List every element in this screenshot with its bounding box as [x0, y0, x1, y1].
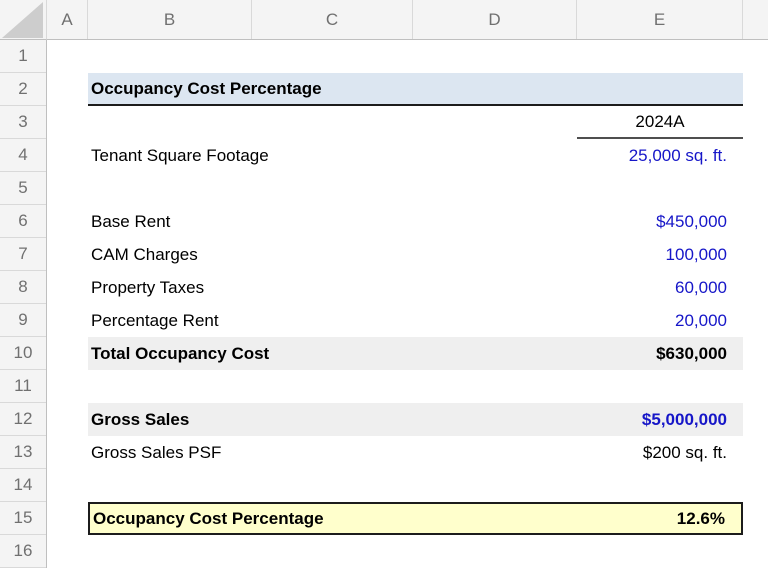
- row-header-15[interactable]: 15: [0, 502, 46, 535]
- spreadsheet: A B C D E 1 2 3 4 5 6 7 8 9 10 11 12 13 …: [0, 0, 768, 568]
- row-header-11[interactable]: 11: [0, 370, 46, 403]
- row-header-9[interactable]: 9: [0, 304, 46, 337]
- cell-gross-sales-psf-value[interactable]: $200 sq. ft.: [577, 436, 743, 469]
- cell-property-taxes-label[interactable]: Property Taxes: [88, 271, 448, 304]
- cell-title[interactable]: Occupancy Cost Percentage: [88, 73, 743, 106]
- sheet-body: Occupancy Cost Percentage 2024A Tenant S…: [47, 40, 768, 568]
- row-header-6[interactable]: 6: [0, 205, 46, 238]
- column-header-f-stub[interactable]: [743, 0, 768, 39]
- gross-sales-band: Gross Sales $5,000,000: [88, 403, 743, 436]
- cell-base-rent-label[interactable]: Base Rent: [88, 205, 448, 238]
- row-header-16[interactable]: 16: [0, 535, 46, 568]
- total-occupancy-cost-band: Total Occupancy Cost $630,000: [88, 337, 743, 370]
- row-header-12[interactable]: 12: [0, 403, 46, 436]
- cell-period-header[interactable]: 2024A: [577, 106, 743, 139]
- cell-cam-charges-value[interactable]: 100,000: [577, 238, 743, 271]
- cell-property-taxes-value[interactable]: 60,000: [577, 271, 743, 304]
- cell-occupancy-cost-percentage-value[interactable]: 12.6%: [575, 504, 741, 537]
- cell-total-occupancy-cost-label[interactable]: Total Occupancy Cost: [88, 337, 577, 370]
- row-header-8[interactable]: 8: [0, 271, 46, 304]
- row-header-10[interactable]: 10: [0, 337, 46, 370]
- column-header-b[interactable]: B: [88, 0, 252, 39]
- cell-tenant-square-footage-value[interactable]: 25,000 sq. ft.: [577, 139, 743, 172]
- cell-gross-sales-value[interactable]: $5,000,000: [577, 403, 743, 436]
- cell-percentage-rent-label[interactable]: Percentage Rent: [88, 304, 448, 337]
- row-header-3[interactable]: 3: [0, 106, 46, 139]
- row-header-14[interactable]: 14: [0, 469, 46, 502]
- select-all-corner[interactable]: [0, 0, 47, 40]
- row-header-4[interactable]: 4: [0, 139, 46, 172]
- column-header-d[interactable]: D: [413, 0, 577, 39]
- cell-cam-charges-label[interactable]: CAM Charges: [88, 238, 448, 271]
- cell-base-rent-value[interactable]: $450,000: [577, 205, 743, 238]
- row-header-5[interactable]: 5: [0, 172, 46, 205]
- row-header-2[interactable]: 2: [0, 73, 46, 106]
- cell-percentage-rent-value[interactable]: 20,000: [577, 304, 743, 337]
- occupancy-cost-percentage-band: Occupancy Cost Percentage 12.6%: [88, 502, 743, 535]
- column-header-c[interactable]: C: [252, 0, 413, 39]
- title-band: Occupancy Cost Percentage: [88, 73, 743, 106]
- column-headers: A B C D E: [47, 0, 768, 40]
- row-header-1[interactable]: 1: [0, 40, 46, 73]
- cell-tenant-square-footage-label[interactable]: Tenant Square Footage: [88, 139, 448, 172]
- cell-total-occupancy-cost-value[interactable]: $630,000: [577, 337, 743, 370]
- column-header-e[interactable]: E: [577, 0, 743, 39]
- row-headers: 1 2 3 4 5 6 7 8 9 10 11 12 13 14 15 16: [0, 40, 47, 568]
- row-header-7[interactable]: 7: [0, 238, 46, 271]
- cell-occupancy-cost-percentage-label[interactable]: Occupancy Cost Percentage: [90, 504, 575, 537]
- cell-gross-sales-label[interactable]: Gross Sales: [88, 403, 577, 436]
- select-all-triangle-icon: [2, 2, 43, 38]
- cell-gross-sales-psf-label[interactable]: Gross Sales PSF: [88, 436, 448, 469]
- row-header-13[interactable]: 13: [0, 436, 46, 469]
- column-header-a[interactable]: A: [47, 0, 88, 39]
